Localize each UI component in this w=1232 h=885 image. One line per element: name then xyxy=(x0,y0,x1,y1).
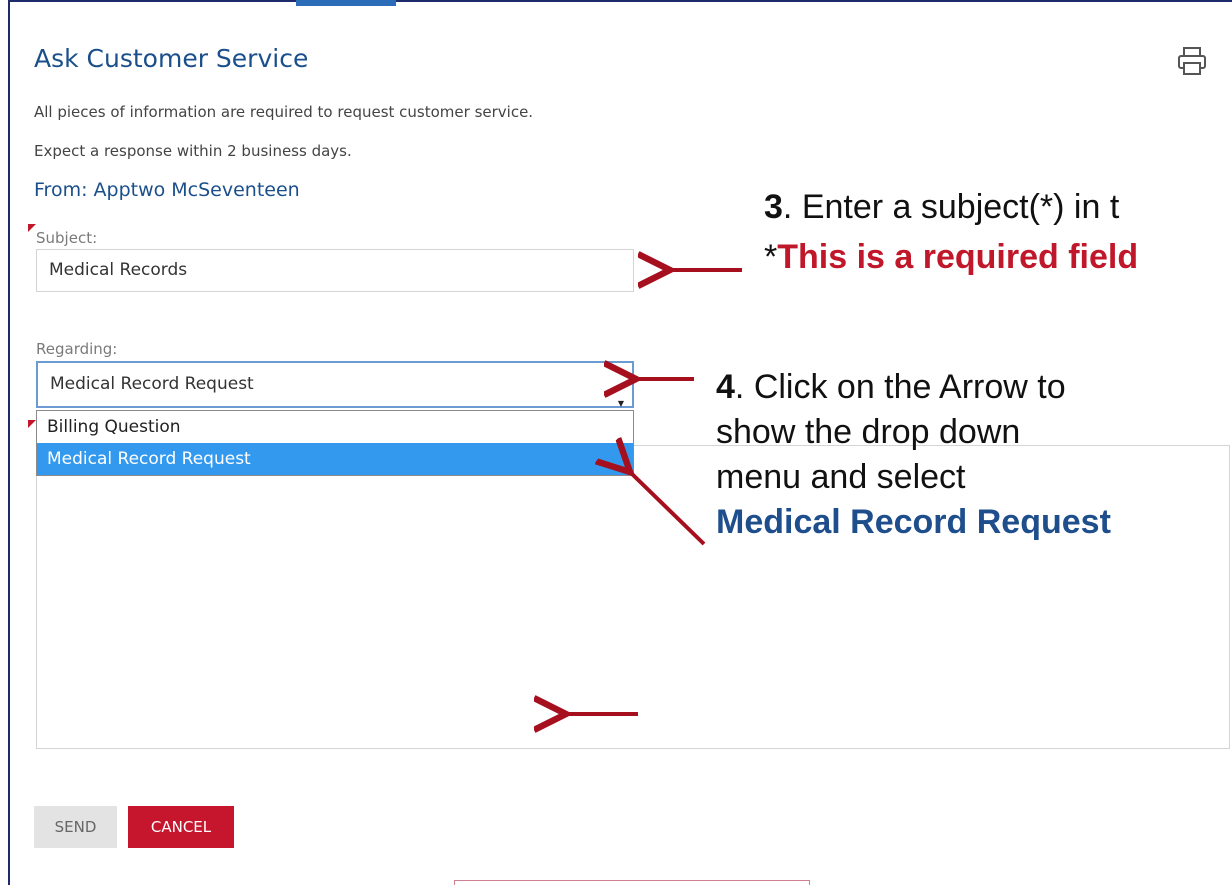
from-sender: From: Apptwo McSeventeen xyxy=(34,179,300,201)
step4-text-line1: . Click on the Arrow to xyxy=(734,368,1066,406)
required-marker-icon xyxy=(28,420,36,428)
active-tab-indicator xyxy=(296,0,396,6)
annotation-step4-line2: show the drop down xyxy=(716,413,1021,451)
cancel-button[interactable]: CANCEL xyxy=(128,806,234,848)
step3-number: 3 xyxy=(764,188,783,226)
required-marker-icon xyxy=(28,224,36,232)
window-border-left xyxy=(8,0,10,885)
step3-text: . Enter a subject(*) in t xyxy=(782,188,1120,226)
message-textarea[interactable] xyxy=(36,445,1230,749)
step4-number: 4 xyxy=(716,368,735,406)
regarding-label: Regarding: xyxy=(36,340,118,358)
subject-label: Subject: xyxy=(36,229,98,247)
window-border-top xyxy=(8,0,1232,2)
customer-service-form: Ask Customer Service All pieces of infor… xyxy=(0,0,1232,885)
annotation-step4-line4: Medical Record Request xyxy=(716,503,1111,541)
step3-required-text: This is a required field xyxy=(777,238,1139,276)
dropdown-option-medical-record[interactable]: Medical Record Request xyxy=(37,443,633,475)
dropdown-option-billing[interactable]: Billing Question xyxy=(37,411,633,443)
bottom-panel-edge xyxy=(454,880,810,885)
annotation-step4-line1: 4. Click on the Arrow to xyxy=(716,365,1066,410)
info-required-text: All pieces of information are required t… xyxy=(34,103,534,121)
send-button[interactable]: SEND xyxy=(34,806,117,848)
regarding-select[interactable]: Medical Record Request ▼ xyxy=(36,361,634,408)
regarding-dropdown-list: Billing Question Medical Record Request xyxy=(36,410,634,476)
step3-star: * xyxy=(764,238,778,276)
printer-icon[interactable] xyxy=(1176,46,1208,76)
page-title: Ask Customer Service xyxy=(34,44,309,73)
annotation-step3: 3. Enter a subject(*) in t xyxy=(764,188,1119,227)
subject-input[interactable]: Medical Records xyxy=(36,249,634,292)
annotation-step4-line3: menu and select xyxy=(716,458,966,496)
info-response-text: Expect a response within 2 business days… xyxy=(34,142,352,160)
annotation-step3-required: *This is a required field xyxy=(764,238,1138,277)
regarding-selected-value: Medical Record Request xyxy=(50,374,254,394)
